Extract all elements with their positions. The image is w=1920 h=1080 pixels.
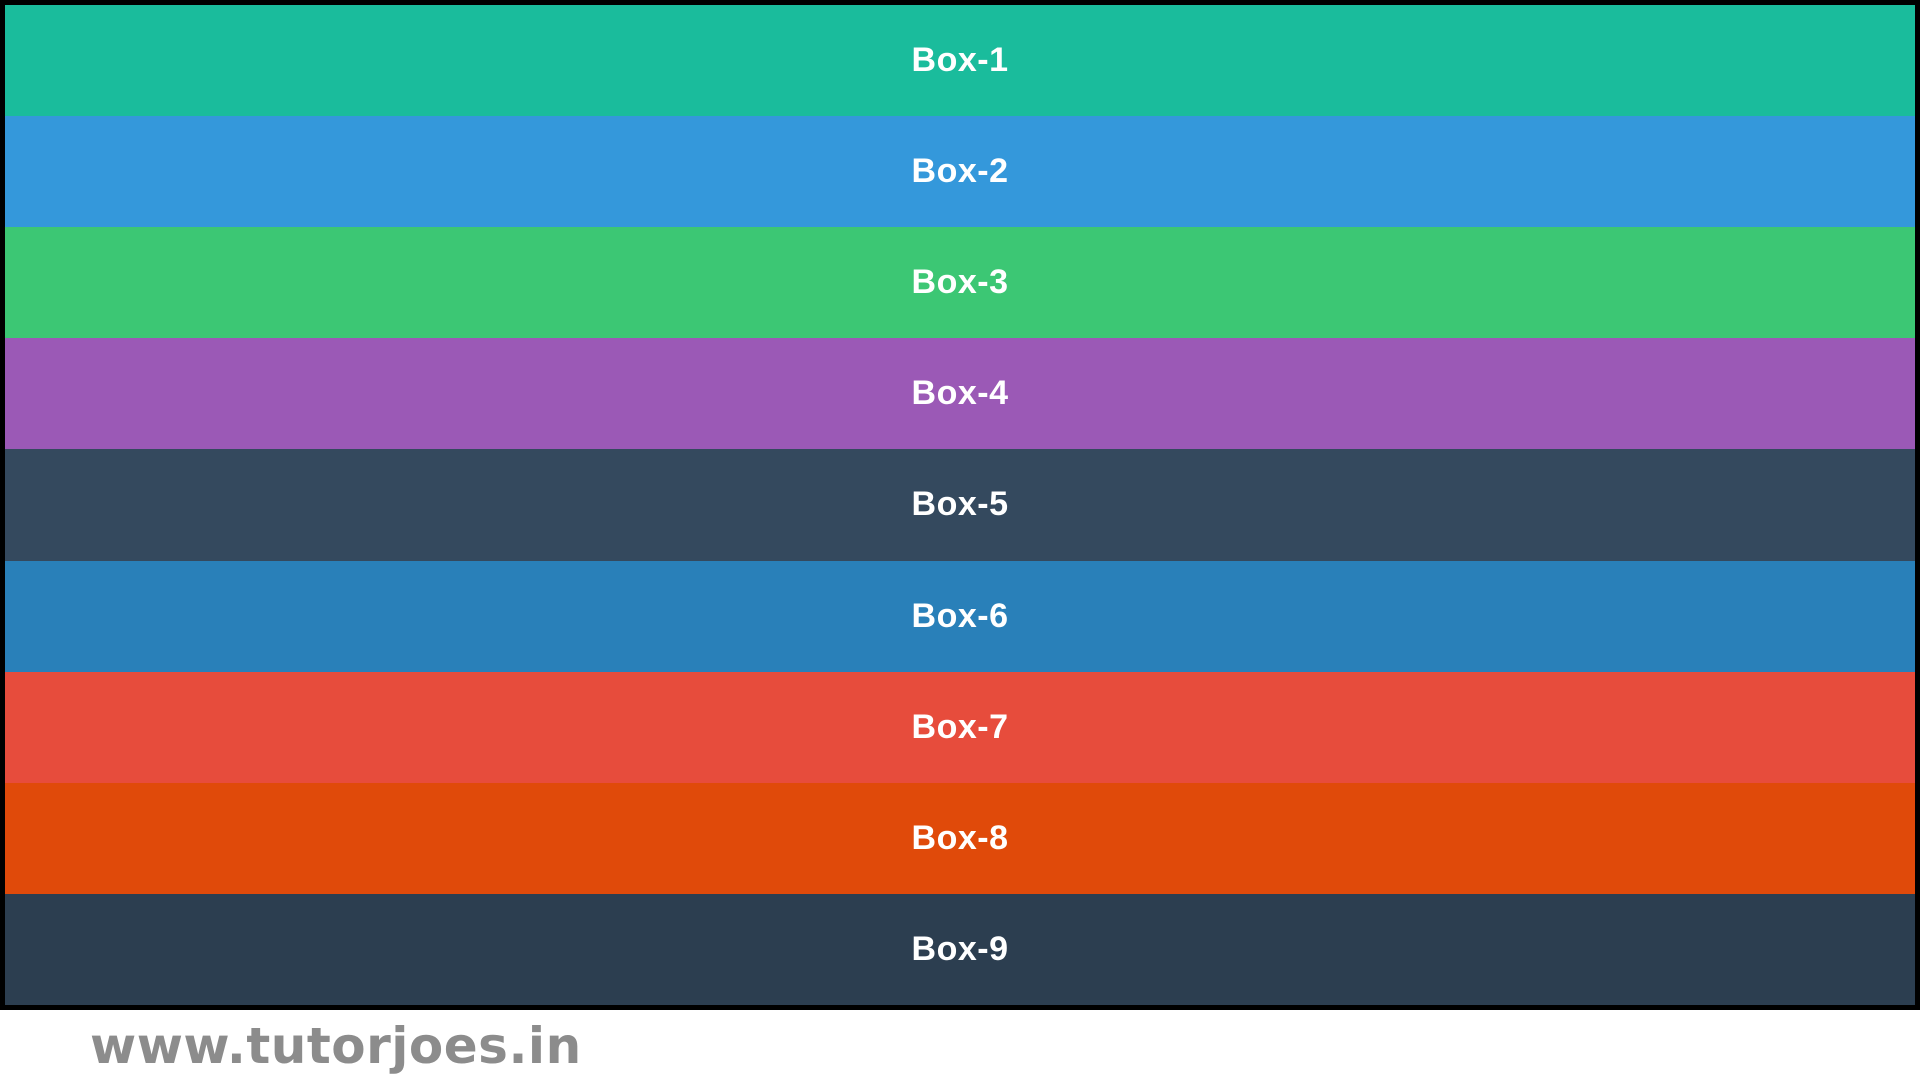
box-1: Box-1 — [5, 5, 1915, 117]
box-5: Box-5 — [5, 449, 1915, 561]
box-8: Box-8 — [5, 782, 1915, 894]
box-1-label: Box-1 — [911, 41, 1009, 80]
box-9: Box-9 — [5, 893, 1915, 1005]
box-7-label: Box-7 — [911, 707, 1009, 746]
box-2: Box-2 — [5, 116, 1915, 228]
box-3-label: Box-3 — [911, 263, 1009, 302]
box-5-label: Box-5 — [911, 485, 1009, 524]
box-9-label: Box-9 — [911, 929, 1009, 968]
box-3: Box-3 — [5, 227, 1915, 339]
box-4-label: Box-4 — [911, 374, 1009, 413]
box-8-label: Box-8 — [911, 818, 1009, 857]
box-4: Box-4 — [5, 338, 1915, 450]
box-6-label: Box-6 — [911, 596, 1009, 635]
flex-container-frame: Box-1 Box-2 Box-3 Box-4 Box-5 Box-6 Box-… — [0, 0, 1920, 1010]
box-6: Box-6 — [5, 560, 1915, 672]
site-watermark: www.tutorjoes.in — [90, 1017, 582, 1075]
box-7: Box-7 — [5, 671, 1915, 783]
box-2-label: Box-2 — [911, 152, 1009, 191]
flex-column-container: Box-1 Box-2 Box-3 Box-4 Box-5 Box-6 Box-… — [5, 5, 1915, 1005]
